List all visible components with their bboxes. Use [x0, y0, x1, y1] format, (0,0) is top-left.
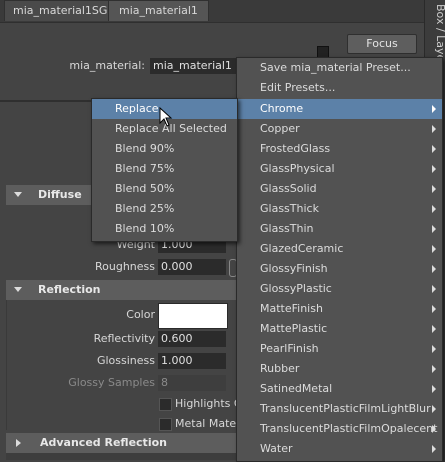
reflectivity-field[interactable]: 0.600: [158, 331, 226, 347]
glossy-samples-field: 8: [158, 375, 226, 391]
menu-item-blend-75[interactable]: Blend 75%: [92, 159, 237, 179]
submenu-arrow-icon: [432, 385, 436, 393]
menu-item-water[interactable]: Water: [237, 439, 442, 459]
menu-item-frostedglass[interactable]: FrostedGlass: [237, 139, 442, 159]
reflectivity-label: Reflectivity: [93, 332, 155, 345]
menu-item-label: TranslucentPlasticFilmOpalecent: [260, 422, 438, 435]
submenu-arrow-icon: [432, 185, 436, 193]
menu-item-glassphysical[interactable]: GlassPhysical: [237, 159, 442, 179]
submenu-arrow-icon: [432, 305, 436, 313]
color-label: Color: [126, 308, 155, 321]
mouse-cursor-icon: [159, 107, 173, 127]
submenu-arrow-icon: [432, 405, 436, 413]
advanced-reflection-section-title: Advanced Reflection: [40, 436, 167, 449]
menu-item-matteplastic[interactable]: MattePlastic: [237, 319, 442, 339]
node-name-field[interactable]: mia_material1: [150, 58, 240, 74]
submenu-arrow-icon: [432, 145, 436, 153]
menu-item-translucentplasticfilmopalecent[interactable]: TranslucentPlasticFilmOpalecent: [237, 419, 442, 439]
menu-item-label: Water: [260, 442, 293, 455]
submenu-arrow-icon: [432, 445, 436, 453]
tab-mia-material1sg[interactable]: mia_material1SG: [4, 0, 117, 21]
menu-item-satinedmetal[interactable]: SatinedMetal: [237, 379, 442, 399]
submenu-arrow-icon: [432, 325, 436, 333]
menu-item-label: PearlFinish: [260, 342, 319, 355]
submenu-arrow-icon: [432, 285, 436, 293]
menu-item-pearlfinish[interactable]: PearlFinish: [237, 339, 442, 359]
menu-item-label: GlassSolid: [260, 182, 317, 195]
submenu-arrow-icon: [432, 245, 436, 253]
roughness-label: Roughness: [94, 260, 155, 273]
expand-right-icon: [16, 439, 21, 447]
submenu-arrow-icon: [432, 125, 436, 133]
menu-item-label: GlossyPlastic: [260, 282, 332, 295]
diffuse-section-title: Diffuse: [38, 188, 82, 201]
submenu-arrow-icon: [432, 345, 436, 353]
submenu-arrow-icon: [432, 365, 436, 373]
glossiness-field[interactable]: 1.000: [158, 353, 226, 369]
menu-item-label: Rubber: [260, 362, 300, 375]
menu-item-chrome[interactable]: Chrome: [237, 99, 442, 119]
menu-item-blend-50[interactable]: Blend 50%: [92, 179, 237, 199]
submenu-arrow-icon: [432, 225, 436, 233]
metal-material-label: Metal Materi: [175, 417, 244, 430]
menu-item-glossyfinish[interactable]: GlossyFinish: [237, 259, 442, 279]
menu-item-blend-25[interactable]: Blend 25%: [92, 199, 237, 219]
bottom-divider: [6, 453, 236, 460]
menu-item-label: GlassThick: [260, 202, 319, 215]
preset-menu: Save mia_material Preset... Edit Presets…: [236, 57, 443, 462]
menu-item-copper[interactable]: Copper: [237, 119, 442, 139]
menu-item-rubber[interactable]: Rubber: [237, 359, 442, 379]
menu-item-glasssolid[interactable]: GlassSolid: [237, 179, 442, 199]
menu-item-label: SatinedMetal: [260, 382, 333, 395]
submenu-arrow-icon: [432, 425, 436, 433]
expand-down-icon: [14, 287, 22, 292]
advanced-reflection-section-header[interactable]: Advanced Reflection: [6, 433, 236, 453]
menu-item-mattefinish[interactable]: MatteFinish: [237, 299, 442, 319]
menu-item-translucentplasticfilmlightblur[interactable]: TranslucentPlasticFilmLightBlur: [237, 399, 442, 419]
menu-item-label: GlassPhysical: [260, 162, 335, 175]
menu-item-glazedceramic[interactable]: GlazedCeramic: [237, 239, 442, 259]
menu-item-label: Copper: [260, 122, 300, 135]
glossy-samples-label: Glossy Samples: [68, 376, 155, 389]
menu-item-glossyplastic[interactable]: GlossyPlastic: [237, 279, 442, 299]
metal-material-checkbox[interactable]: [159, 418, 172, 431]
menu-item-glassthick[interactable]: GlassThick: [237, 199, 442, 219]
menu-item-blend-90[interactable]: Blend 90%: [92, 139, 237, 159]
menu-item-label: MattePlastic: [260, 322, 328, 335]
expand-down-icon: [14, 192, 22, 197]
menu-item-label: MatteFinish: [260, 302, 323, 315]
menu-item-edit-presets[interactable]: Edit Presets...: [237, 78, 442, 98]
tab-mia-material1[interactable]: mia_material1: [108, 0, 209, 21]
menu-item-save-preset[interactable]: Save mia_material Preset...: [237, 58, 442, 78]
menu-item-glassthin[interactable]: GlassThin: [237, 219, 442, 239]
glossiness-label: Glossiness: [96, 354, 155, 367]
submenu-arrow-icon: [432, 105, 436, 113]
submenu-arrow-icon: [432, 205, 436, 213]
menu-item-label: Chrome: [260, 102, 304, 115]
reflection-section-title: Reflection: [38, 283, 101, 296]
reflection-section-header[interactable]: Reflection: [6, 280, 236, 300]
submenu-arrow-icon: [432, 265, 436, 273]
menu-item-label: GlossyFinish: [260, 262, 328, 275]
menu-item-label: GlazedCeramic: [260, 242, 344, 255]
menu-item-label: GlassThin: [260, 222, 314, 235]
color-swatch[interactable]: [158, 303, 228, 329]
menu-item-label: FrostedGlass: [260, 142, 331, 155]
highlights-only-checkbox[interactable]: [159, 398, 172, 411]
menu-item-blend-10[interactable]: Blend 10%: [92, 219, 237, 239]
menu-item-label: TranslucentPlasticFilmLightBlur: [260, 402, 431, 415]
submenu-arrow-icon: [432, 165, 436, 173]
node-name-label: mia_material:: [69, 59, 145, 72]
focus-button[interactable]: Focus: [347, 34, 417, 54]
roughness-field[interactable]: 0.000: [158, 259, 226, 275]
